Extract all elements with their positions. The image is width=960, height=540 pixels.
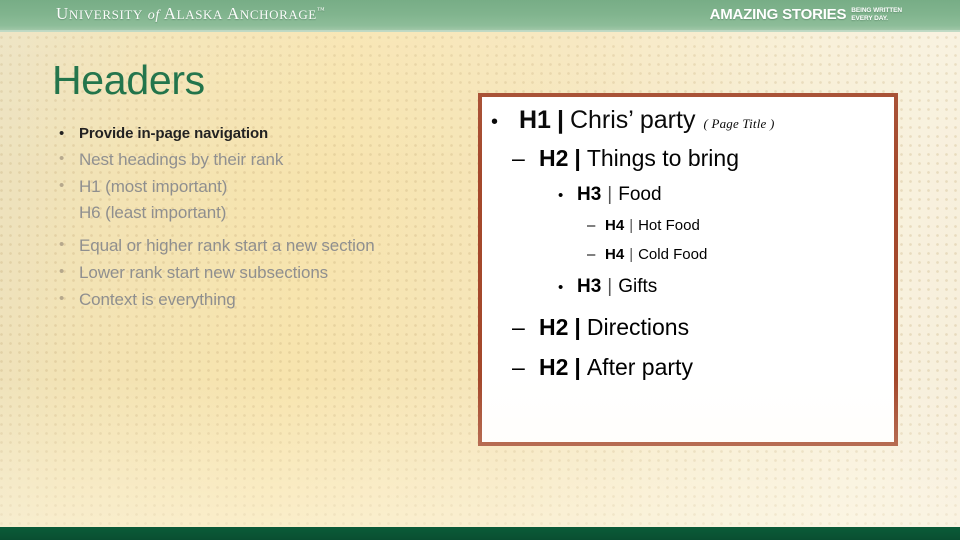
page-title: Headers	[52, 57, 205, 103]
logo-a1: A	[163, 4, 177, 23]
list-item-label: Equal or higher rank start a new section	[79, 236, 375, 255]
heading-label: Chris’ party	[569, 106, 696, 134]
heading-label: Things to bring	[586, 145, 739, 171]
list-item-label-line1: H1 (most important)	[79, 177, 228, 196]
heading-tag: H3	[577, 184, 602, 205]
outline-row-h2-after-party: – H2 | After party	[512, 353, 693, 381]
bullet-icon: •	[59, 236, 65, 253]
list-item-label: Provide in-page navigation	[79, 125, 269, 142]
logo-a2: A	[226, 4, 240, 23]
outline-row-h4-cold: – H4 | Cold Food	[587, 245, 707, 265]
trademark-icon: ™	[316, 5, 326, 15]
separator-icon: |	[607, 276, 613, 297]
dash-icon: –	[587, 217, 596, 234]
heading-tag: H2	[539, 354, 569, 380]
heading-outline-content: • H1 | Chris’ party ( Page Title ) – H2 …	[482, 97, 894, 442]
separator-icon: |	[574, 354, 581, 380]
logo-niversity: NIVERSITY	[68, 7, 143, 22]
list-item-label: Lower rank start new subsections	[79, 263, 329, 282]
heading-tag: H3	[577, 276, 602, 297]
list-item-label: Context is everything	[79, 290, 236, 309]
outline-row-h4-hot: – H4 | Hot Food	[587, 216, 700, 236]
dash-icon: –	[512, 314, 525, 340]
logo-u: U	[56, 4, 69, 23]
bullet-icon: •	[59, 150, 65, 167]
logo-nchorage: NCHORAGE	[239, 7, 317, 22]
footer-band	[0, 527, 960, 540]
separator-icon: |	[574, 145, 581, 171]
outline-row-h3-food: • H3 | Food	[558, 183, 662, 208]
heading-tag: H1	[519, 106, 551, 134]
list-item: • Nest headings by their rank	[55, 147, 455, 173]
slide-canvas: UNIVERSITY of ALASKA ANCHORAGE™ AMAZING …	[0, 0, 960, 540]
tagline-sub-line2: EVERY DAY.	[851, 14, 888, 22]
bullet-icon: •	[558, 187, 564, 204]
separator-icon: |	[607, 184, 613, 205]
bullet-icon: •	[59, 177, 65, 194]
list-item: • Lower rank start new subsections	[55, 260, 455, 286]
outline-row-h2-directions: – H2 | Directions	[512, 313, 689, 341]
outline-row-h3-gifts: • H3 | Gifts	[558, 275, 657, 300]
tagline-sub: BEING WRITTEN EVERY DAY.	[851, 6, 902, 22]
list-item-label: Nest headings by their rank	[79, 150, 284, 169]
list-item: • H1 (most important) H6 (least importan…	[55, 174, 455, 226]
bullet-icon: •	[558, 279, 564, 296]
left-bullet-list: • Provide in-page navigation • Nest head…	[55, 122, 455, 314]
heading-tag: H4	[605, 217, 625, 234]
tagline: AMAZING STORIES BEING WRITTEN EVERY DAY.	[709, 6, 903, 23]
heading-annotation: ( Page Title )	[703, 116, 775, 131]
heading-label: After party	[586, 354, 693, 380]
outline-row-h1: • H1 | Chris’ party ( Page Title )	[491, 105, 775, 139]
bullet-icon: •	[59, 263, 65, 280]
heading-label: Food	[618, 184, 662, 205]
tagline-main: AMAZING STORIES	[709, 6, 847, 23]
heading-label: Hot Food	[638, 217, 700, 234]
logo-of: of	[147, 8, 160, 23]
dash-icon: –	[512, 354, 525, 380]
heading-label: Directions	[586, 314, 690, 340]
tagline-sub-line1: BEING WRITTEN	[851, 7, 902, 14]
header-band: UNIVERSITY of ALASKA ANCHORAGE™ AMAZING …	[0, 0, 960, 32]
separator-icon: |	[629, 217, 634, 234]
dash-icon: –	[587, 246, 596, 263]
heading-tag: H4	[605, 246, 625, 263]
bullet-icon: •	[491, 111, 499, 133]
list-item: • Equal or higher rank start a new secti…	[55, 233, 455, 259]
bullet-icon: •	[59, 125, 65, 142]
separator-icon: |	[629, 246, 634, 263]
list-item: • Provide in-page navigation	[55, 122, 455, 146]
list-item-label-line2: H6 (least important)	[79, 203, 227, 222]
separator-icon: |	[574, 314, 581, 340]
outline-row-h2-things: – H2 | Things to bring	[512, 144, 739, 172]
heading-outline-panel: • H1 | Chris’ party ( Page Title ) – H2 …	[478, 93, 898, 446]
list-item: • Context is everything	[55, 287, 455, 313]
heading-label: Cold Food	[638, 246, 708, 263]
heading-tag: H2	[539, 314, 569, 340]
list-item-label: H1 (most important) H6 (least important)	[79, 174, 455, 226]
heading-label: Gifts	[618, 276, 658, 297]
bullet-icon: •	[59, 290, 65, 307]
logo-laska: LASKA	[176, 7, 224, 22]
dash-icon: –	[512, 145, 525, 171]
university-logo: UNIVERSITY of ALASKA ANCHORAGE™	[56, 4, 325, 24]
separator-icon: |	[556, 106, 564, 134]
heading-tag: H2	[539, 145, 569, 171]
